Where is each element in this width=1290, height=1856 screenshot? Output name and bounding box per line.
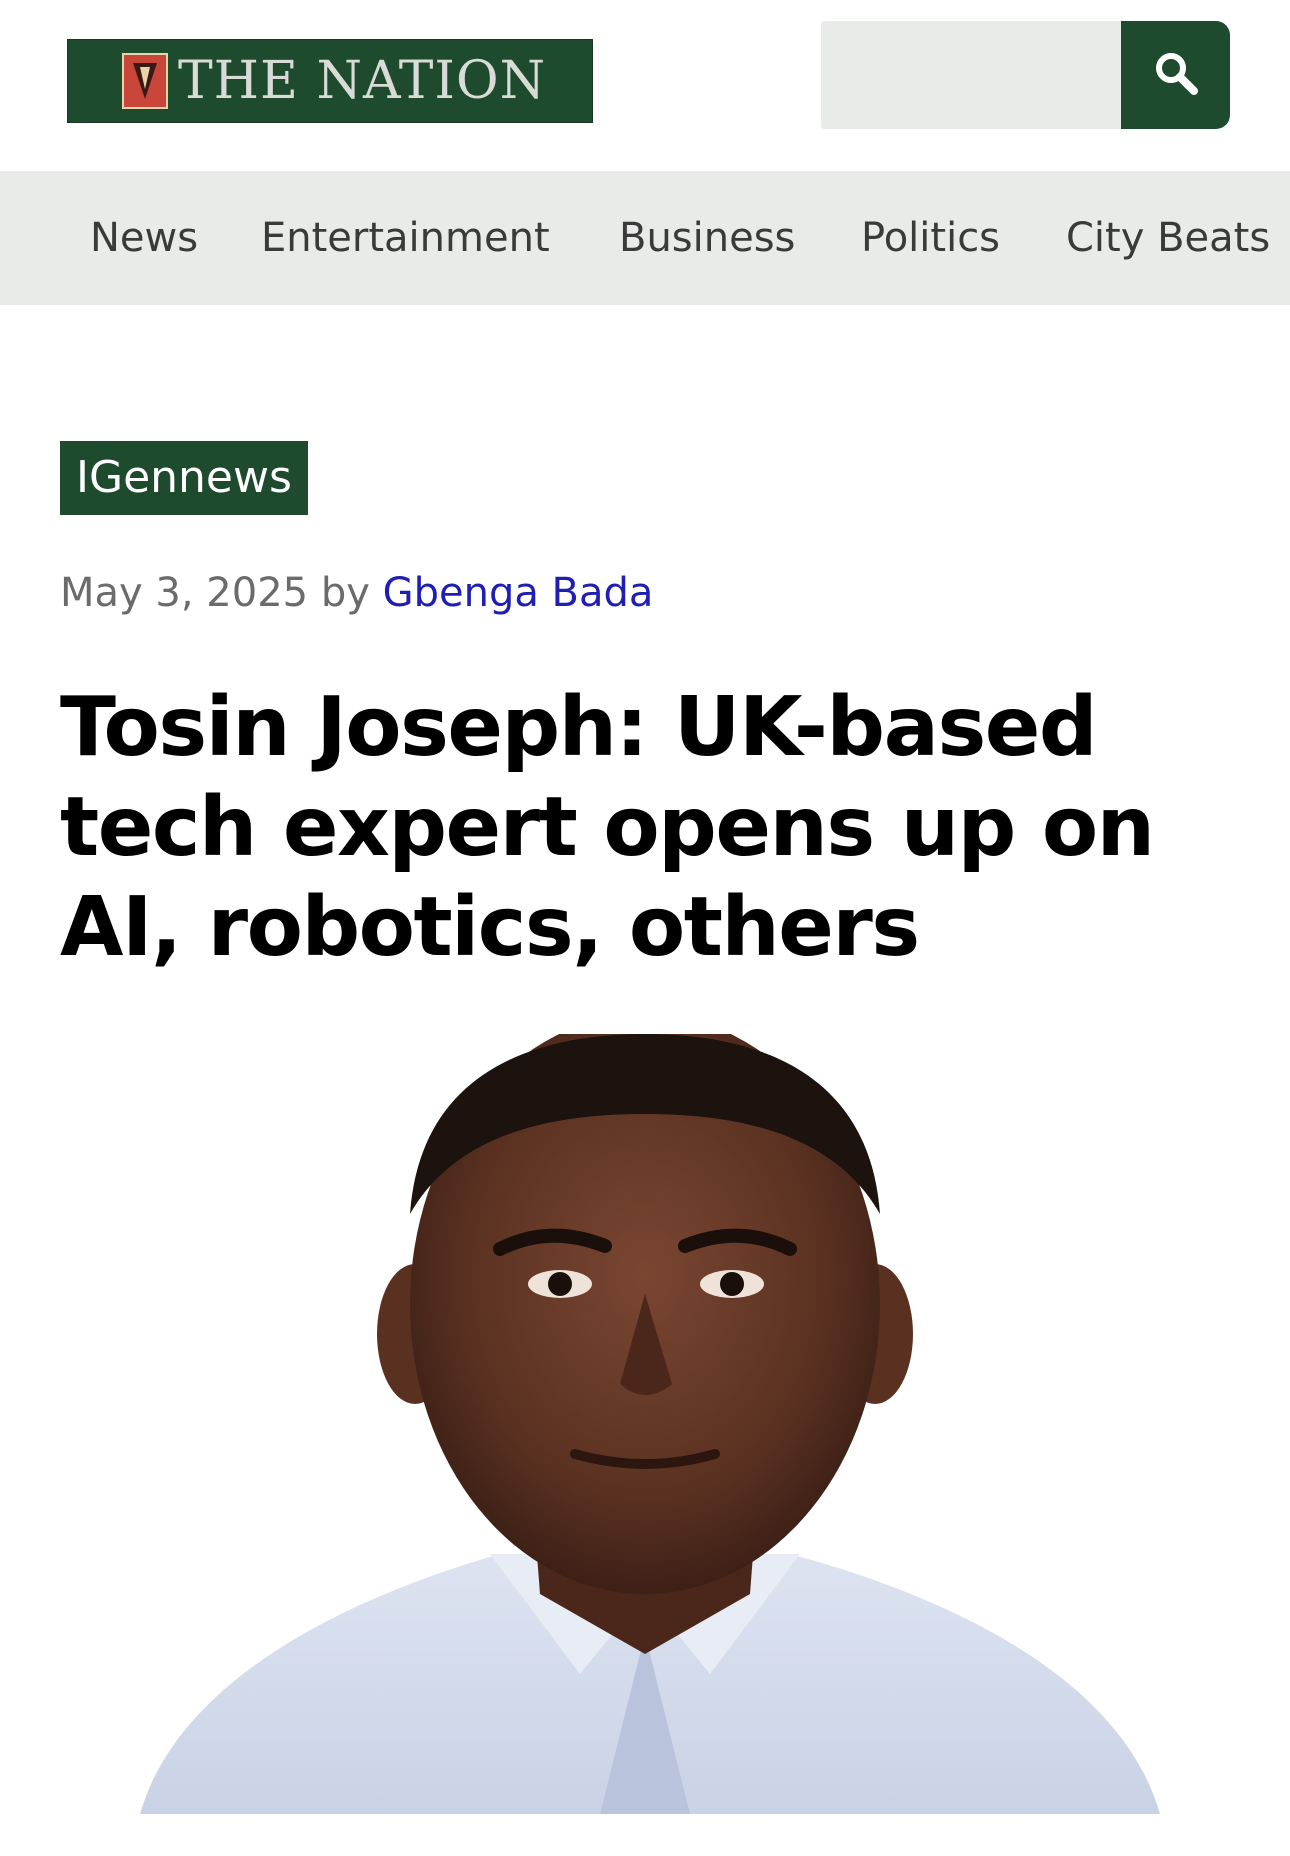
nav-item-business[interactable]: Business (619, 171, 795, 305)
site-header: THE NATION (0, 0, 1290, 171)
author-link[interactable]: Gbenga Bada (383, 570, 654, 616)
logo-emblem-icon (122, 53, 168, 109)
search-icon (1152, 49, 1200, 101)
category-badge[interactable]: IGennews (60, 441, 308, 515)
search-button[interactable] (1121, 21, 1230, 129)
nav-item-entertainment[interactable]: Entertainment (261, 171, 550, 305)
nav-item-news[interactable]: News (90, 171, 198, 305)
main-nav: News Entertainment Business Politics Cit… (0, 171, 1290, 305)
article-meta: May 3, 2025 by Gbenga Bada (60, 570, 653, 616)
site-logo[interactable]: THE NATION (67, 39, 593, 123)
article-headline: Tosin Joseph: UK-based tech expert opens… (60, 680, 1155, 975)
byline-prefix: by (320, 570, 370, 616)
article-date: May 3, 2025 (60, 570, 309, 616)
nav-item-city-beats[interactable]: City Beats (1066, 171, 1270, 305)
search-input[interactable] (821, 21, 1121, 129)
logo-text: THE NATION (178, 51, 547, 111)
nav-item-politics[interactable]: Politics (861, 171, 1000, 305)
article-image (60, 1034, 1230, 1814)
